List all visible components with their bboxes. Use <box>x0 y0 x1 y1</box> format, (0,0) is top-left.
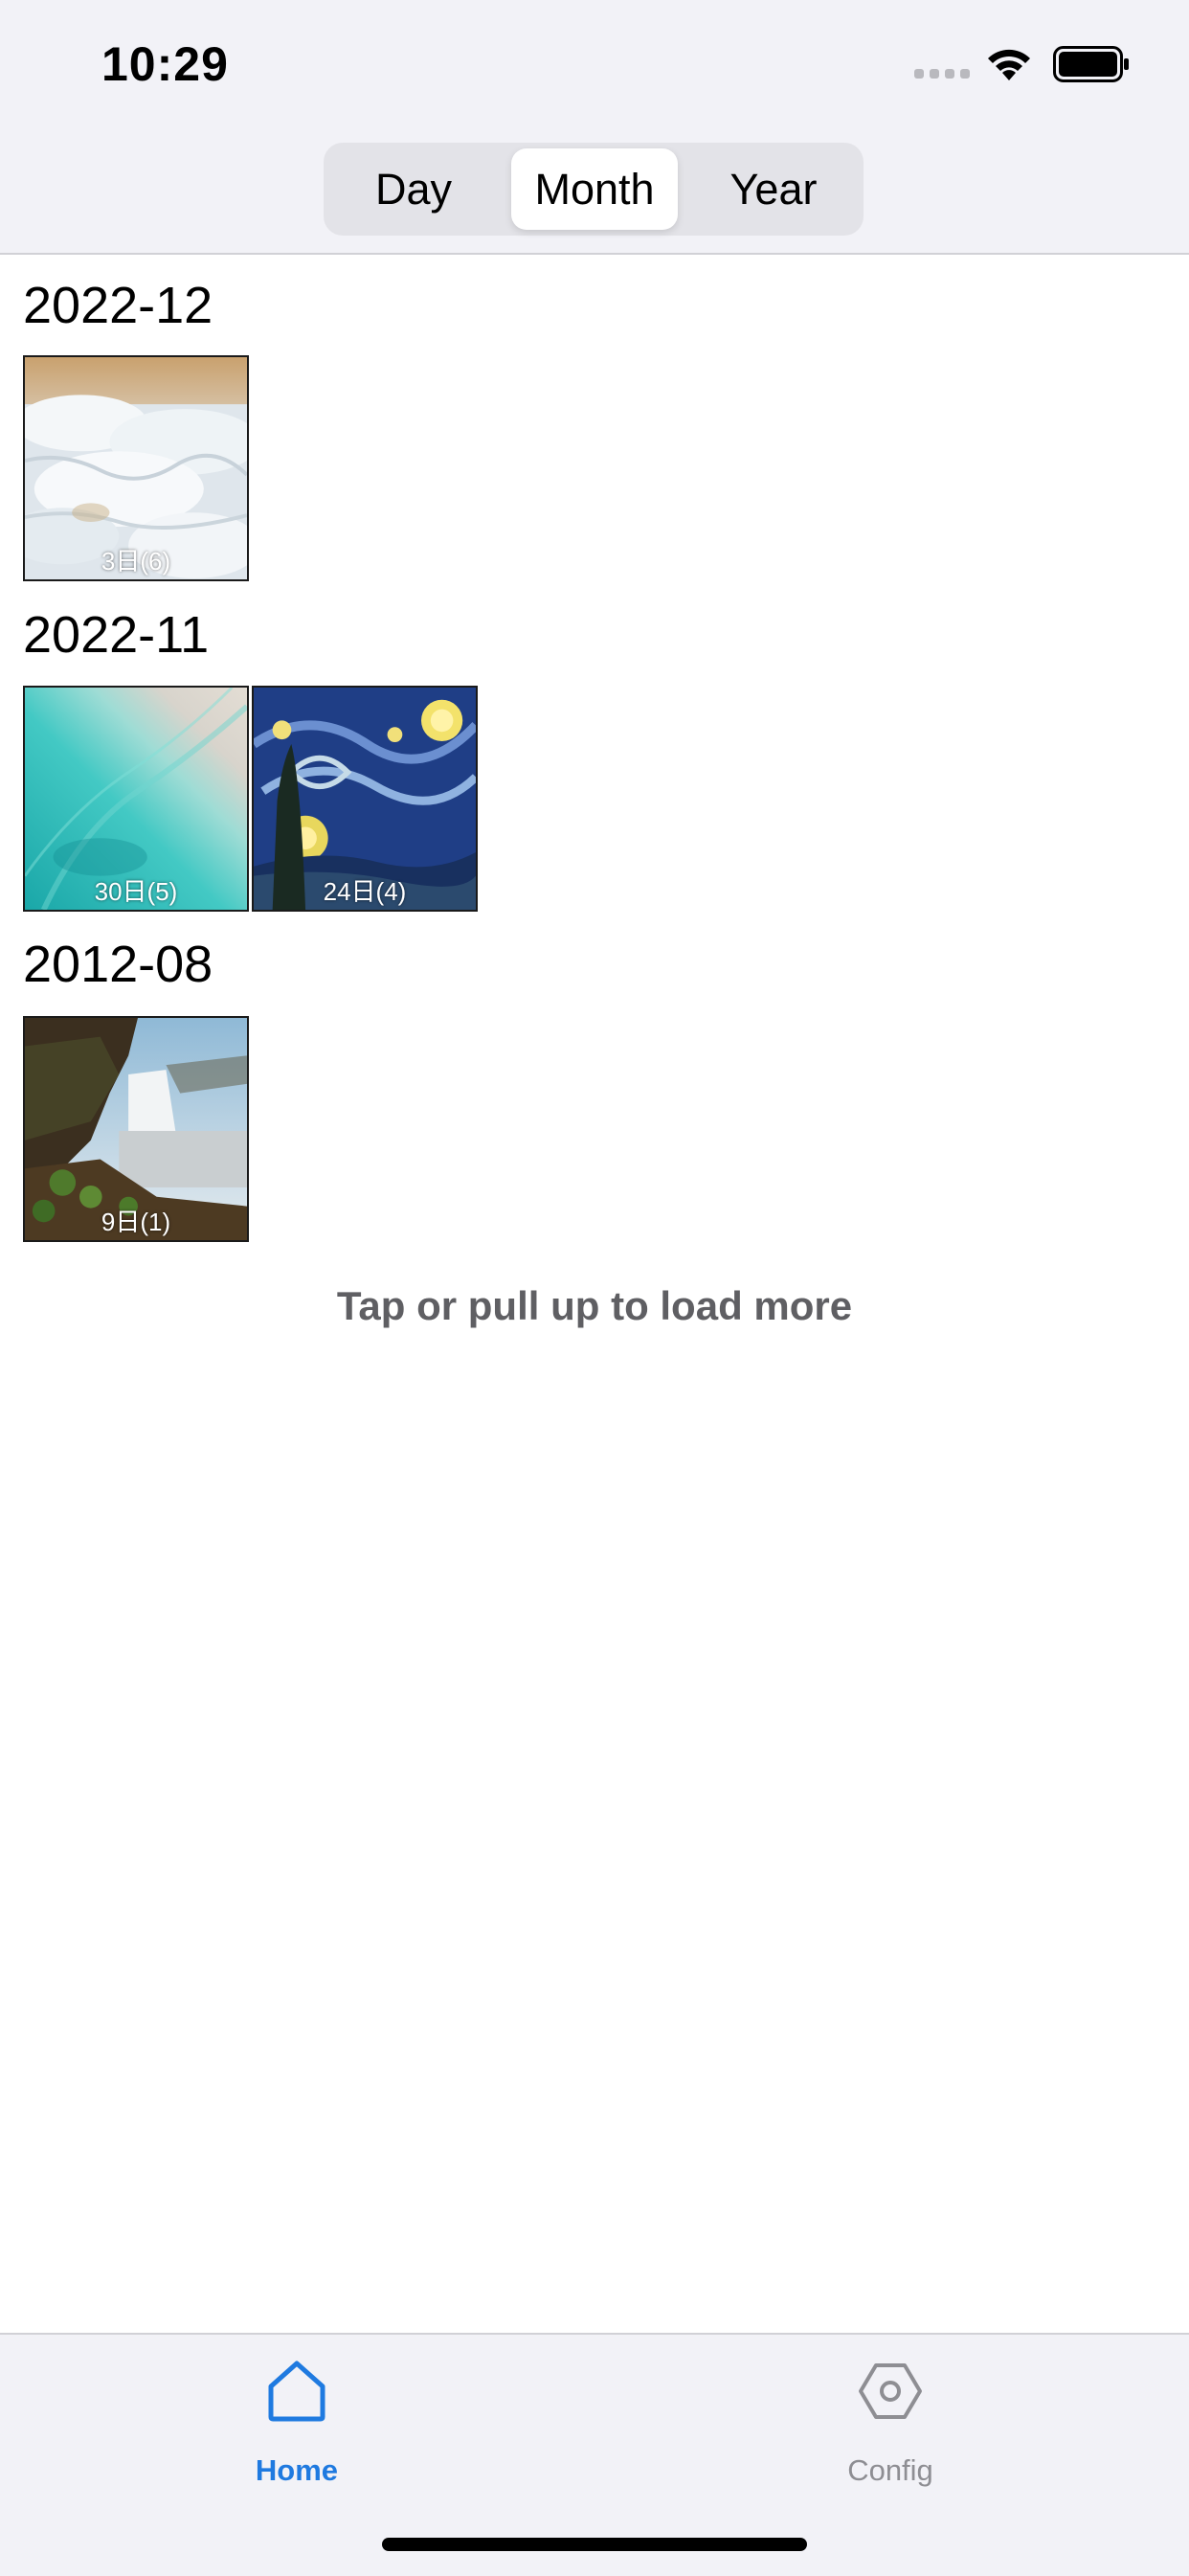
wifi-icon <box>988 49 1030 80</box>
photo-caption: 30日(5) <box>94 877 178 906</box>
photo-thumbnail-surf-foam[interactable]: 3日(6) <box>23 355 249 581</box>
house-icon <box>268 2361 325 2422</box>
photo-caption: 9日(1) <box>101 1208 171 1236</box>
hexagon-gear-icon <box>859 2363 922 2419</box>
home-indicator <box>382 2538 807 2551</box>
photo-caption: 24日(4) <box>323 877 407 906</box>
photo-caption: 3日(6) <box>101 547 171 576</box>
section-title: 2022-11 <box>23 606 210 664</box>
tab-config[interactable]: Config <box>795 2358 986 2492</box>
status-time: 10:29 <box>101 37 229 91</box>
photo-thumbnail-starry-night[interactable]: 24日(4) <box>252 686 478 912</box>
top-bar: 10:29 Day Month Year <box>0 0 1189 255</box>
period-segmented-control: Day Month Year <box>324 143 864 236</box>
cellular-signal-icon <box>914 69 970 80</box>
battery-icon <box>1053 46 1129 82</box>
tab-label: Home <box>255 2453 339 2487</box>
photo-thumbnail-turquoise-water[interactable]: 30日(5) <box>23 686 249 912</box>
load-more-button[interactable]: Tap or pull up to load more <box>0 1283 1189 1329</box>
segment-day[interactable]: Day <box>324 148 504 230</box>
tab-label: Config <box>847 2453 933 2487</box>
segment-month-selected[interactable]: Month <box>511 148 678 230</box>
section-title: 2012-08 <box>23 936 213 993</box>
section-title: 2022-12 <box>23 277 213 334</box>
status-bar: 10:29 <box>0 0 1189 134</box>
photo-thumbnail-waterfall[interactable]: 9日(1) <box>23 1016 249 1242</box>
segment-year[interactable]: Year <box>684 148 864 230</box>
tab-home[interactable]: Home <box>201 2358 393 2492</box>
